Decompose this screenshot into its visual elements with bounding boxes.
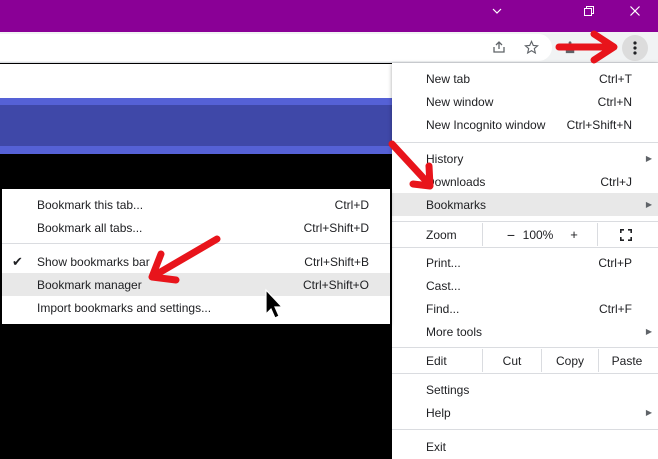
menu-item-label: Bookmark this tab...	[37, 197, 144, 212]
menu-item-label: New window	[426, 94, 494, 109]
menu-item-new-incognito-window[interactable]: New Incognito window Ctrl+Shift+N	[392, 113, 658, 136]
menu-item-label: Exit	[426, 439, 447, 454]
divider	[597, 223, 598, 246]
copy-button[interactable]: Copy	[542, 349, 598, 372]
menu-item-label: Find...	[426, 301, 460, 316]
menu-item-label: History	[426, 151, 464, 166]
submenu-arrow-icon: ▶	[645, 408, 652, 417]
menu-item-label: Downloads	[426, 174, 486, 189]
menu-item-label: Help	[426, 405, 451, 420]
menu-item-shortcut: Ctrl+Shift+N	[566, 117, 632, 132]
chrome-main-menu: New tab Ctrl+T New window Ctrl+N New Inc…	[392, 63, 658, 459]
divider	[482, 223, 483, 246]
menu-item-shortcut: Ctrl+F	[599, 301, 632, 316]
menu-item-more-tools[interactable]: More tools ▶	[392, 320, 658, 343]
submenu-item-import-bookmarks[interactable]: Import bookmarks and settings...	[2, 296, 390, 319]
menu-item-settings[interactable]: Settings	[392, 378, 658, 401]
submenu-arrow-icon: ▶	[645, 154, 652, 163]
menu-item-label: Edit	[426, 353, 447, 368]
chevron-down-icon[interactable]	[474, 0, 520, 22]
menu-item-edit: Edit Cut Copy Paste	[392, 349, 658, 372]
menu-item-bookmarks[interactable]: Bookmarks ▶	[392, 193, 658, 216]
menu-item-label: Bookmark manager	[37, 277, 142, 292]
menu-separator	[392, 347, 658, 348]
menu-item-find[interactable]: Find... Ctrl+F	[392, 297, 658, 320]
submenu-item-bookmark-this-tab[interactable]: Bookmark this tab... Ctrl+D	[2, 193, 390, 216]
menu-item-zoom: Zoom − 100% +	[392, 223, 658, 246]
bookmarks-submenu: Bookmark this tab... Ctrl+D Bookmark all…	[2, 189, 390, 324]
address-bar[interactable]	[0, 34, 552, 61]
menu-item-new-tab[interactable]: New tab Ctrl+T	[392, 67, 658, 90]
star-icon[interactable]	[521, 37, 541, 57]
page-content-top	[0, 64, 392, 98]
menu-item-label: New Incognito window	[426, 117, 546, 132]
menu-separator	[392, 373, 658, 374]
menu-item-new-window[interactable]: New window Ctrl+N	[392, 90, 658, 113]
menu-item-help[interactable]: Help ▶	[392, 401, 658, 424]
page-banner	[0, 98, 392, 154]
menu-item-history[interactable]: History ▶	[392, 147, 658, 170]
menu-item-downloads[interactable]: Downloads Ctrl+J	[392, 170, 658, 193]
submenu-item-show-bookmarks-bar[interactable]: ✔ Show bookmarks bar Ctrl+Shift+B	[2, 250, 390, 273]
menu-item-label: Cast...	[426, 278, 461, 293]
menu-item-label: More tools	[426, 324, 483, 339]
checkmark-icon: ✔	[12, 253, 23, 269]
menu-item-label: Import bookmarks and settings...	[37, 300, 212, 315]
submenu-arrow-icon: ▶	[645, 327, 652, 336]
menu-item-print[interactable]: Print... Ctrl+P	[392, 251, 658, 274]
menu-item-shortcut: Ctrl+Shift+O	[302, 277, 369, 292]
menu-item-label: Bookmark all tabs...	[37, 220, 143, 235]
menu-item-exit[interactable]: Exit	[392, 435, 658, 458]
menu-item-shortcut: Ctrl+N	[597, 94, 632, 109]
zoom-in-button[interactable]: +	[559, 223, 589, 246]
menu-separator	[2, 243, 390, 244]
menu-item-shortcut: Ctrl+Shift+D	[303, 220, 369, 235]
share-icon[interactable]	[489, 37, 509, 57]
menu-item-label: Bookmarks	[426, 197, 487, 212]
menu-item-shortcut: Ctrl+P	[598, 255, 632, 270]
title-bar	[0, 0, 658, 32]
submenu-item-bookmark-manager[interactable]: Bookmark manager Ctrl+Shift+O	[2, 273, 390, 296]
restore-icon[interactable]	[566, 0, 612, 22]
menu-item-label: Settings	[426, 382, 470, 397]
menu-separator	[392, 221, 658, 222]
paste-button[interactable]: Paste	[599, 349, 655, 372]
menu-item-shortcut: Ctrl+D	[334, 197, 369, 212]
menu-item-shortcut: Ctrl+Shift+B	[304, 254, 369, 269]
menu-item-shortcut: Ctrl+T	[599, 71, 632, 86]
close-icon[interactable]	[612, 0, 658, 22]
zoom-level: 100%	[522, 227, 554, 242]
extensions-icon[interactable]	[560, 37, 580, 57]
menu-separator	[392, 142, 658, 143]
menu-item-label: Show bookmarks bar	[37, 254, 150, 269]
menu-separator	[392, 429, 658, 430]
more-vert-icon[interactable]	[622, 35, 648, 61]
cut-button[interactable]: Cut	[483, 349, 541, 372]
submenu-item-bookmark-all-tabs[interactable]: Bookmark all tabs... Ctrl+Shift+D	[2, 216, 390, 239]
browser-toolbar	[0, 32, 658, 63]
menu-separator	[392, 247, 658, 248]
menu-item-label: New tab	[426, 71, 471, 86]
menu-item-label: Zoom	[426, 227, 457, 242]
submenu-arrow-icon: ▶	[645, 200, 652, 209]
fullscreen-icon[interactable]	[614, 223, 638, 246]
menu-item-label: Print...	[426, 255, 461, 270]
menu-item-shortcut: Ctrl+J	[600, 174, 632, 189]
menu-item-cast[interactable]: Cast...	[392, 274, 658, 297]
